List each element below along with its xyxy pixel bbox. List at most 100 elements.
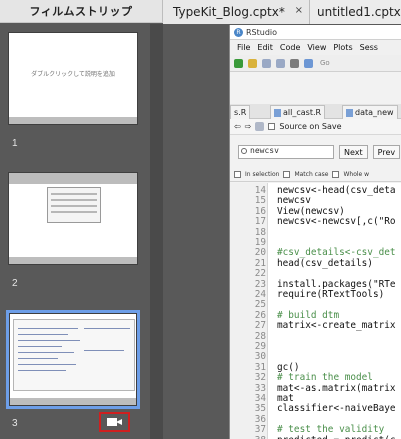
code-line[interactable]: 14 newcsv<-head(csv_deta [230,185,401,196]
file-tab-s-r[interactable]: s.R [230,105,251,119]
match-case-label: Match case [294,171,329,178]
find-input[interactable]: newcsv [238,145,334,159]
line-number: 18 [254,226,266,238]
line-number: 26 [254,309,266,321]
code-editor[interactable]: 14 newcsv<-head(csv_deta 15 newcsv 16 View(ne… [230,183,401,439]
menu-file[interactable]: File [237,43,250,52]
code-line[interactable]: 36 [230,414,401,425]
find-prev-button[interactable]: Prev [372,145,401,159]
code-line[interactable]: 22 [230,268,401,279]
code-line[interactable]: 17 newcsv<-newcsv[,c("Ro [230,216,401,227]
new-file-icon[interactable] [234,58,243,68]
slide-thumbnail-2[interactable] [8,172,138,265]
code-line[interactable]: 38 predicted = predict(c [230,435,401,439]
save-all-icon[interactable] [276,58,285,68]
code-line[interactable]: 30 [230,351,401,362]
tab-typekit-blog[interactable]: TypeKit_Blog.cptx* × [163,0,310,24]
code-line[interactable]: 25 [230,299,401,310]
file-tab-label: data_new [355,108,394,117]
filmstrip-panel: フィルムストリップ ダブルクリックして説明を追加 1 2 3 [0,0,163,439]
code-text: mat<-as.matrix(matrix [277,382,396,394]
rstudio-menubar: File Edit Code View Plots Sess [230,40,401,55]
line-number: 33 [254,382,266,394]
tab-label: TypeKit_Blog.cptx* [173,5,285,19]
in-selection-checkbox[interactable] [234,171,241,178]
code-line[interactable]: 15 newcsv [230,195,401,206]
filmstrip-scrollbar[interactable] [150,24,163,439]
video-camera-icon [107,418,122,426]
video-icon-highlight[interactable] [99,412,130,432]
slide-thumbnail-3[interactable] [9,313,137,406]
code-line[interactable]: 26 # build dtm [230,310,401,321]
slide-number-3: 3 [12,418,18,429]
code-text: gc() [277,361,300,373]
code-line[interactable]: 21 head(csv_details) [230,258,401,269]
code-line[interactable]: 31 gc() [230,362,401,373]
file-tab-all-cast[interactable]: all_cast.R [270,105,326,119]
slide-header-band [9,173,137,184]
rstudio-title: RStudio [246,27,278,37]
file-tab-label: all_cast.R [283,108,322,117]
code-line[interactable]: 23 install.packages("RTe [230,279,401,290]
menu-code[interactable]: Code [280,43,300,52]
code-line[interactable]: 37 # test the validity [230,424,401,435]
slide-number-1: 1 [12,138,18,149]
line-number: 38 [230,435,266,439]
r-file-icon [274,108,281,117]
print-icon[interactable] [290,58,299,68]
close-icon[interactable]: × [295,5,303,16]
find-next-button[interactable]: Next [339,145,368,159]
line-number: 37 [254,424,266,436]
code-line[interactable]: 29 [230,341,401,352]
slide-thumbnail-1[interactable]: ダブルクリックして説明を追加 [8,32,138,125]
code-line[interactable]: 33 mat<-as.matrix(matrix [230,383,401,394]
line-number: 35 [254,403,266,415]
slide-bottom-bar [9,257,137,264]
show-in-window-icon[interactable] [255,122,265,131]
code-line[interactable]: 16 View(newcsv) [230,206,401,217]
code-line[interactable]: 34 mat [230,393,401,404]
line-number: 31 [254,361,266,373]
back-arrow-icon[interactable]: ⇦ [234,122,241,131]
code-line[interactable]: 35 classifier<-naiveBaye [230,403,401,414]
slide-notes-hint: ダブルクリックして説明を追加 [31,71,115,78]
code-line[interactable]: 19 [230,237,401,248]
r-file-icon [346,108,353,117]
source-on-save-checkbox[interactable] [268,123,276,130]
forward-arrow-icon[interactable]: ⇨ [245,122,252,131]
go-to-file-label[interactable]: Go [320,59,330,67]
code-line[interactable]: 28 [230,331,401,342]
match-case-checkbox[interactable] [283,171,291,178]
line-number: 29 [254,341,266,352]
line-number: 15 [254,195,266,207]
file-tab-data-new[interactable]: data_new [342,105,398,119]
code-text: #csv_details<-csv_det [277,247,396,259]
save-icon[interactable] [262,58,271,68]
code-line[interactable]: 24 require(RTextTools) [230,289,401,300]
menu-view[interactable]: View [307,43,326,52]
menu-plots[interactable]: Plots [333,43,352,52]
code-line[interactable]: 32 # train the model [230,372,401,383]
code-text: classifier<-naiveBaye [277,403,396,415]
whole-word-checkbox[interactable] [332,171,340,178]
code-text: # build dtm [277,309,340,321]
go-to-file-icon[interactable] [304,58,313,68]
menu-session[interactable]: Sess [360,43,378,52]
code-text: install.packages("RTe [277,278,396,290]
slide-screenshot-image [47,187,101,223]
rstudio-titlebar: R RStudio [230,25,401,40]
code-line[interactable]: 20 #csv_details<-csv_det [230,247,401,258]
file-tab-label: s.R [234,108,247,117]
menu-edit[interactable]: Edit [257,43,273,52]
line-number: 24 [254,289,266,300]
code-line[interactable]: 18 [230,227,401,238]
code-line[interactable]: 27 matrix<-create_matrix [230,320,401,331]
source-on-save-label: Source on Save [279,122,342,131]
search-icon [241,148,247,154]
document-tab-bar: TypeKit_Blog.cptx* × untitled1.cptx* [163,0,401,24]
tab-untitled1[interactable]: untitled1.cptx* [310,0,401,24]
line-number: 27 [254,320,266,332]
line-number: 21 [254,257,266,269]
filmstrip-header: フィルムストリップ [0,0,163,23]
open-folder-icon[interactable] [248,58,257,68]
